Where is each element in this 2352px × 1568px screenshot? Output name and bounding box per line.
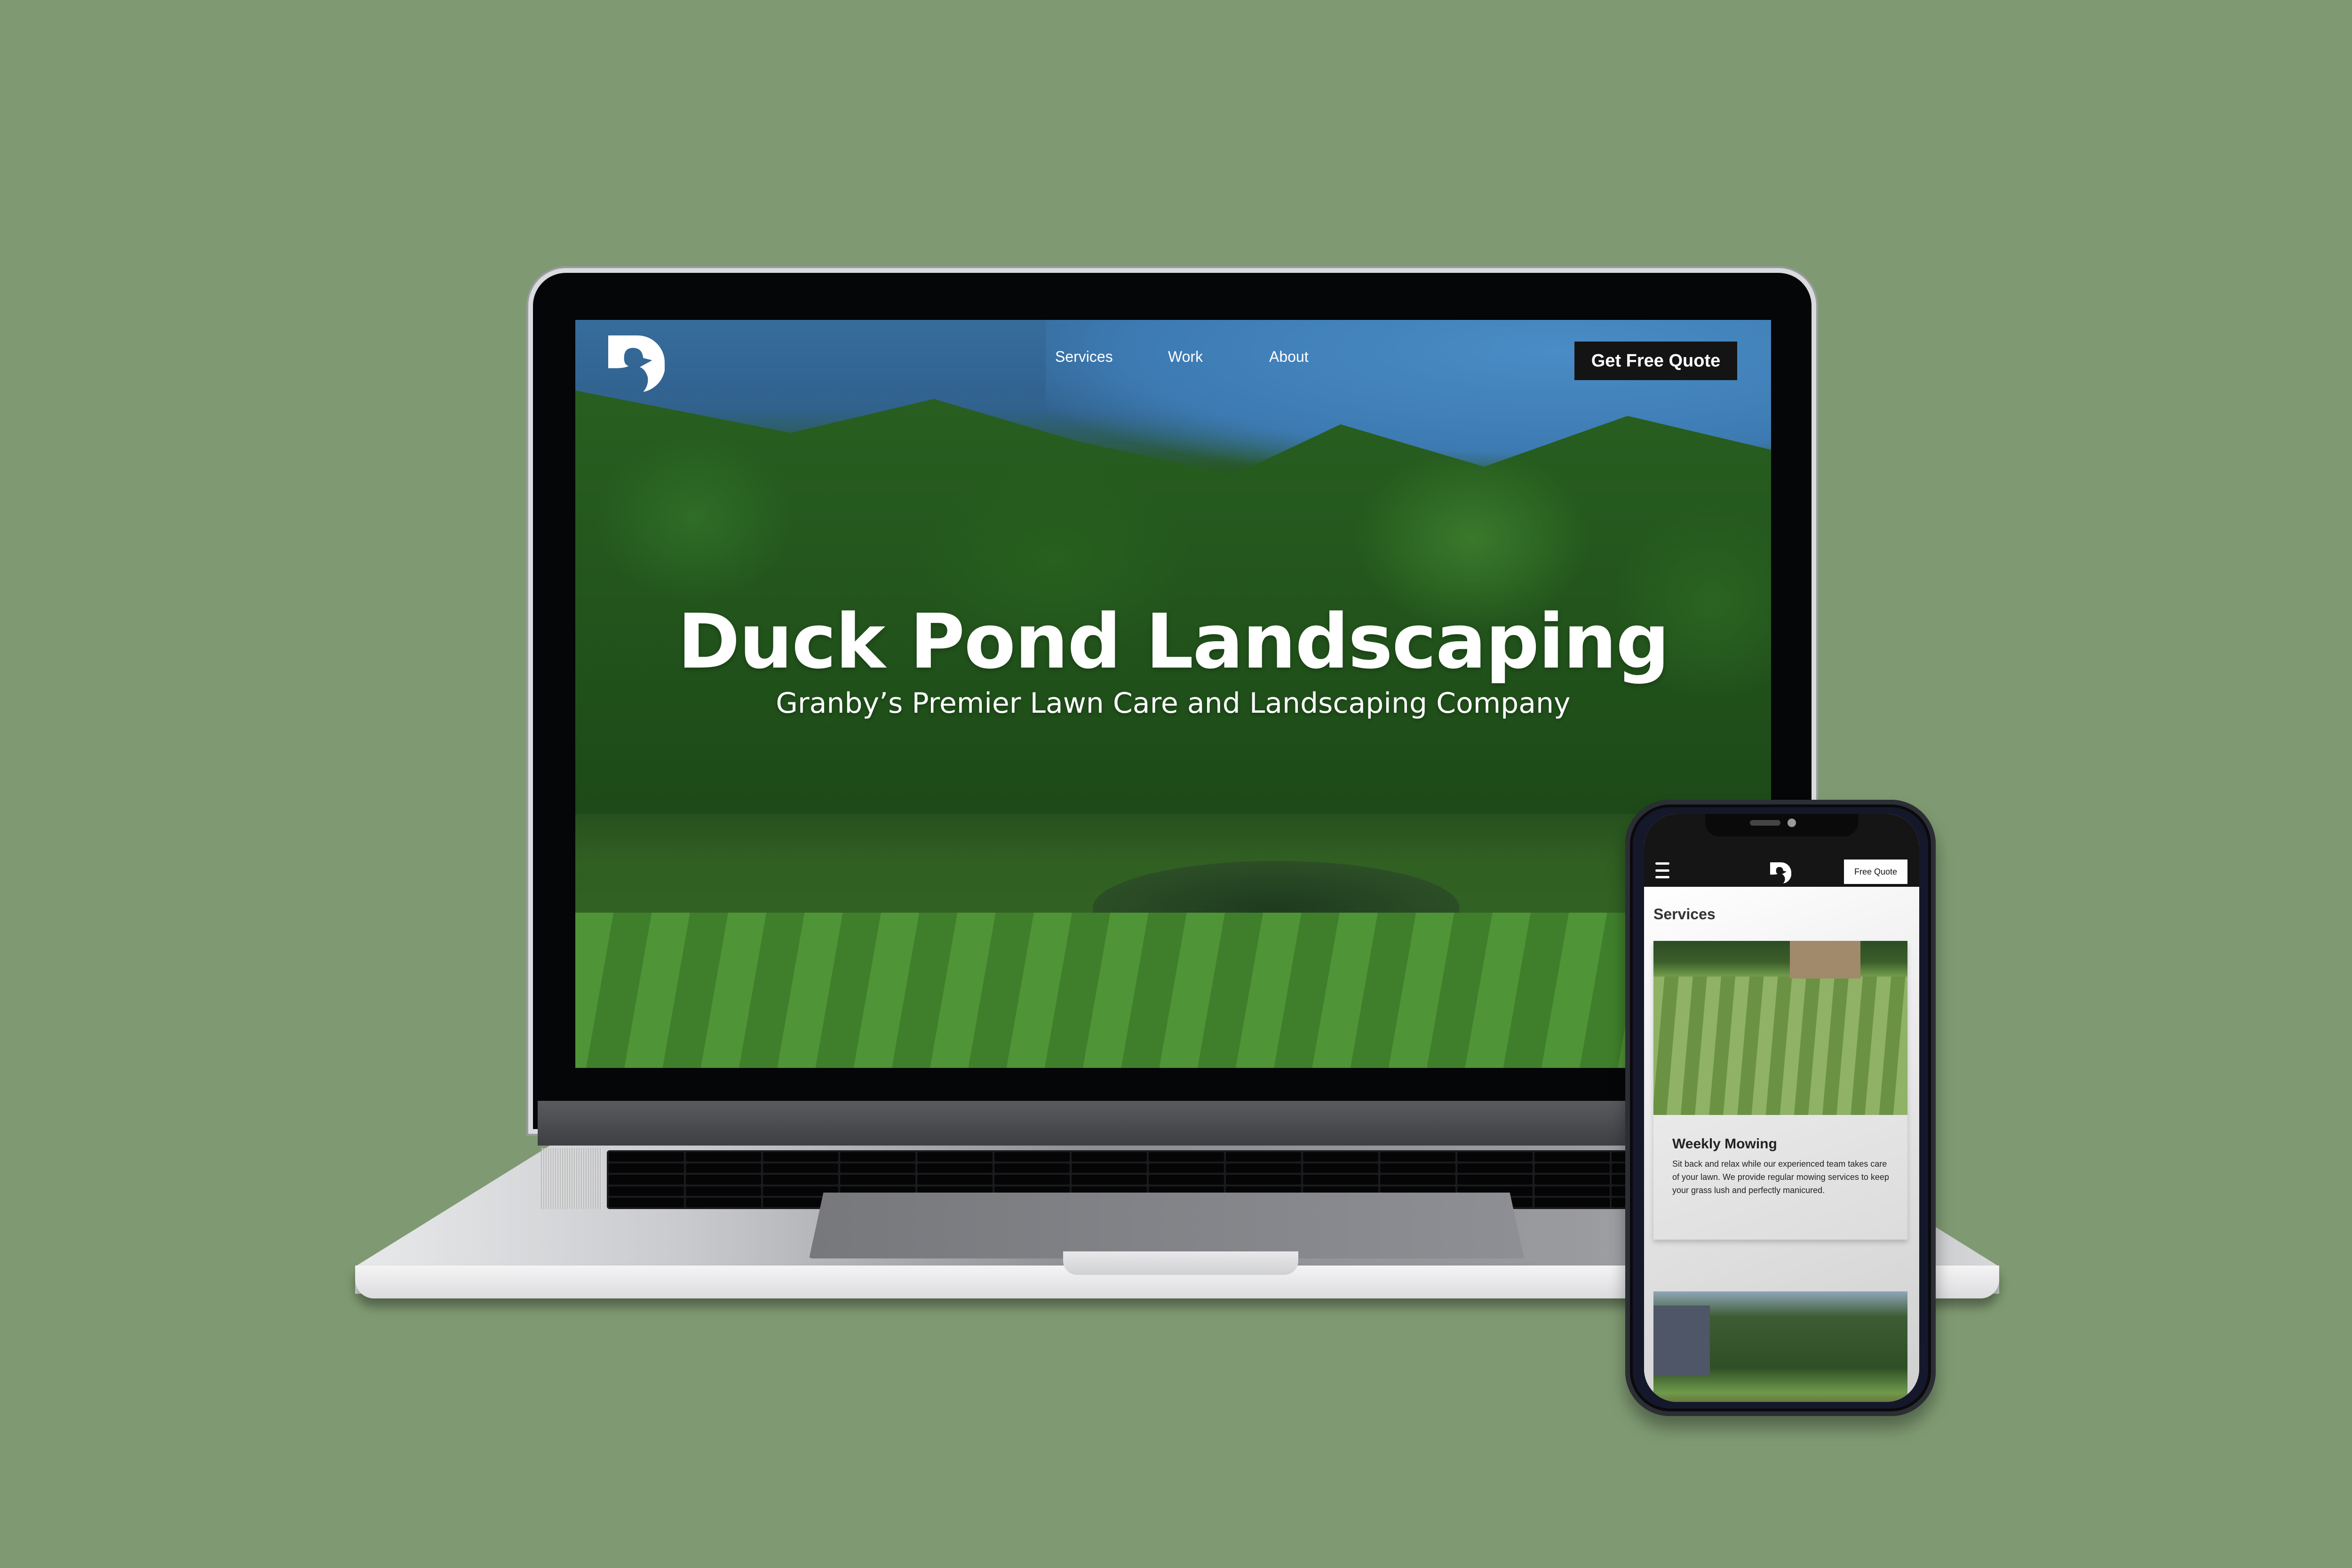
keyboard-key <box>686 1152 761 1162</box>
keyboard-key <box>686 1197 761 1207</box>
keyboard-key <box>1072 1163 1147 1173</box>
keyboard-key <box>1380 1175 1455 1185</box>
keyboard-key <box>1380 1152 1455 1162</box>
keyboard-key <box>686 1175 761 1185</box>
keyboard-key <box>1457 1175 1533 1185</box>
keyboard-key <box>1303 1175 1378 1185</box>
keyboard-key <box>763 1152 838 1162</box>
keyboard-key <box>1226 1163 1301 1173</box>
keyboard-key <box>1534 1197 1610 1207</box>
keyboard-key <box>1457 1163 1533 1173</box>
service-card-weekly-mowing[interactable]: Weekly Mowing Sit back and relax while o… <box>1653 941 1907 1240</box>
keyboard-key <box>1380 1163 1455 1173</box>
services-heading: Services <box>1653 906 1716 923</box>
keyboard-key <box>840 1152 915 1162</box>
keyboard-key <box>917 1163 993 1173</box>
house-photo-detail <box>1653 1305 1710 1376</box>
keyboard-key <box>1534 1175 1610 1185</box>
keyboard-key <box>994 1152 1070 1162</box>
laptop-hinge <box>538 1101 1807 1146</box>
keyboard-key <box>994 1175 1070 1185</box>
nav-link-services[interactable]: Services <box>1055 348 1113 366</box>
nav-link-work[interactable]: Work <box>1168 348 1203 366</box>
nav-link-about[interactable]: About <box>1269 348 1309 366</box>
phone-camera-icon <box>1788 819 1796 827</box>
hero-subtitle: Granby’s Premier Lawn Care and Landscapi… <box>776 687 1571 720</box>
phone-notch <box>1705 814 1858 836</box>
keyboard-key <box>994 1163 1070 1173</box>
service-card-title: Weekly Mowing <box>1672 1136 1777 1152</box>
phone-speaker-icon <box>1750 820 1780 826</box>
keyboard-key <box>609 1152 684 1162</box>
laptop-speaker-grill <box>541 1148 602 1209</box>
keyboard-key <box>840 1175 915 1185</box>
mobile-header: Free Quote <box>1644 814 1919 887</box>
free-quote-button[interactable]: Free Quote <box>1844 860 1907 884</box>
keyboard-key <box>1149 1175 1224 1185</box>
keyboard-key <box>1226 1152 1301 1162</box>
keyboard-key <box>609 1175 684 1185</box>
mowed-lawn-photo <box>1653 941 1907 1115</box>
mobile-website-screen: Free Quote Services Weekly Mowing Sit ba… <box>1644 814 1919 1402</box>
desktop-navbar: Services Work About Get Free Quote <box>575 320 1771 392</box>
keyboard-key <box>1226 1175 1301 1185</box>
keyboard-key <box>917 1152 993 1162</box>
keyboard-key <box>1149 1163 1224 1173</box>
desktop-website-screen: Services Work About Get Free Quote Duck … <box>575 320 1771 1068</box>
duck-logo-icon[interactable] <box>608 335 665 392</box>
keyboard-key <box>1534 1152 1610 1162</box>
keyboard-key <box>609 1163 684 1173</box>
keyboard-key <box>840 1163 915 1173</box>
hamburger-menu-icon[interactable] <box>1655 862 1669 878</box>
hero-title: Duck Pond Landscaping <box>677 597 1669 685</box>
service-card-description: Sit back and relax while our experienced… <box>1672 1159 1889 1195</box>
laptop-trackpad <box>809 1193 1524 1258</box>
get-free-quote-button[interactable]: Get Free Quote <box>1574 342 1737 380</box>
keyboard-key <box>763 1163 838 1173</box>
keyboard-key <box>1149 1152 1224 1162</box>
keyboard-key <box>1072 1175 1147 1185</box>
duck-logo-icon[interactable] <box>1770 860 1791 886</box>
keyboard-key <box>686 1163 761 1173</box>
landscaping-photo[interactable] <box>1653 1291 1907 1402</box>
keyboard-key <box>1534 1163 1610 1173</box>
house-photo-detail <box>1790 941 1860 979</box>
keyboard-key <box>686 1186 761 1196</box>
keyboard-key <box>1072 1152 1147 1162</box>
keyboard-key <box>917 1175 993 1185</box>
keyboard-key <box>1534 1186 1610 1196</box>
keyboard-key <box>1303 1163 1378 1173</box>
mobile-services-section: Services Weekly Mowing Sit back and rela… <box>1644 887 1919 1402</box>
laptop-lid-notch <box>1063 1251 1298 1275</box>
keyboard-key <box>1457 1152 1533 1162</box>
keyboard-key <box>1303 1152 1378 1162</box>
keyboard-key <box>763 1175 838 1185</box>
keyboard-key <box>609 1197 684 1207</box>
hero-lawn <box>575 913 1771 1068</box>
keyboard-key <box>609 1186 684 1196</box>
